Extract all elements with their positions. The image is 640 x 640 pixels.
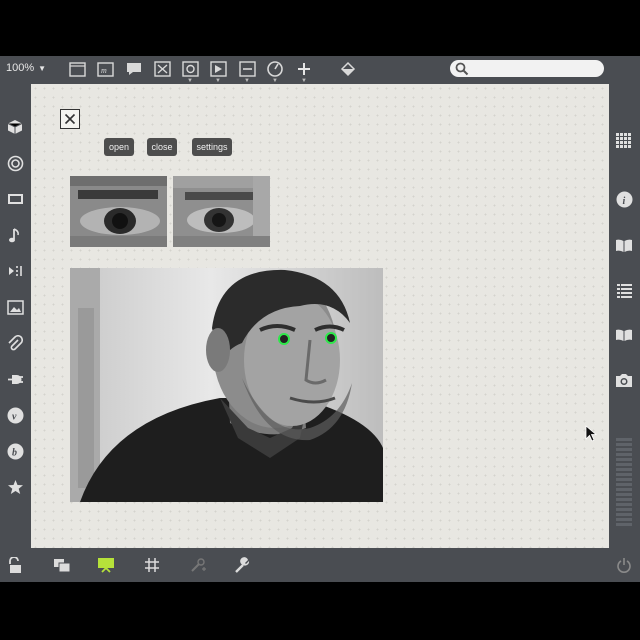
playlist-icon[interactable] (6, 262, 24, 280)
left-eye-crop (70, 176, 167, 247)
level-meter (616, 438, 632, 530)
media-icon[interactable] (6, 190, 24, 208)
plug-icon[interactable] (6, 370, 24, 388)
search-icon (455, 62, 469, 76)
message-box-icon[interactable]: m (95, 59, 115, 79)
bottom-toolbar (0, 548, 640, 582)
chevron-down-icon: ▼ (38, 63, 47, 73)
star-icon[interactable] (6, 478, 24, 496)
wrench-icon[interactable] (233, 556, 251, 574)
plus-icon[interactable]: ▼ (294, 59, 314, 84)
close-button[interactable]: close (147, 138, 177, 156)
toggle-icon[interactable] (152, 59, 172, 79)
dial-icon[interactable]: ▼ (265, 59, 285, 84)
button-icon[interactable]: ▼ (180, 59, 200, 84)
list-icon[interactable] (615, 281, 633, 299)
target-icon[interactable] (6, 154, 24, 172)
grid-icon[interactable] (615, 132, 633, 150)
cube-icon[interactable] (6, 118, 24, 136)
camera-icon[interactable] (615, 371, 633, 389)
beap-icon[interactable]: b (6, 442, 24, 460)
max-patcher-window: 100% ▼ m ▼ ▼ ▼ ▼ ▼ v b open close settin… (0, 56, 640, 582)
image-icon[interactable] (6, 298, 24, 316)
close-icon[interactable] (60, 109, 80, 129)
webcam-video (70, 268, 383, 502)
search-field[interactable] (450, 60, 604, 77)
open-button[interactable]: open (104, 138, 134, 156)
svg-text:i: i (622, 196, 625, 207)
mouse-pointer-icon (585, 425, 598, 447)
left-sidebar: v b (0, 84, 31, 548)
presentation-icon[interactable] (67, 59, 87, 79)
playbutton-icon[interactable]: ▼ (208, 59, 228, 84)
svg-text:v: v (12, 411, 17, 422)
comment-icon[interactable] (124, 59, 144, 79)
svg-text:b: b (12, 447, 17, 458)
windows-icon[interactable] (53, 556, 71, 574)
info-icon[interactable]: i (615, 190, 633, 208)
paperclip-icon[interactable] (6, 334, 24, 352)
slider-icon[interactable]: ▼ (237, 59, 257, 84)
lock-icon[interactable] (6, 556, 24, 574)
right-eye-crop (173, 176, 270, 247)
zoom-menu[interactable]: 100% ▼ (6, 62, 46, 74)
book-icon[interactable] (615, 236, 633, 254)
settings-button[interactable]: settings (192, 138, 232, 156)
presentation-mode-icon[interactable] (97, 556, 115, 574)
grid-icon[interactable] (143, 556, 161, 574)
music-note-icon[interactable] (6, 226, 24, 244)
patcher-canvas[interactable]: open close settings (31, 84, 609, 548)
vizzie-icon[interactable]: v (6, 406, 24, 424)
paint-bucket-icon[interactable] (338, 59, 358, 79)
svg-text:m: m (101, 66, 107, 75)
reference-icon[interactable] (615, 326, 633, 344)
zoom-level: 100% (6, 62, 35, 74)
power-icon[interactable] (615, 556, 633, 574)
tools-icon[interactable] (188, 556, 206, 574)
top-toolbar: 100% ▼ m ▼ ▼ ▼ ▼ ▼ (0, 56, 640, 84)
